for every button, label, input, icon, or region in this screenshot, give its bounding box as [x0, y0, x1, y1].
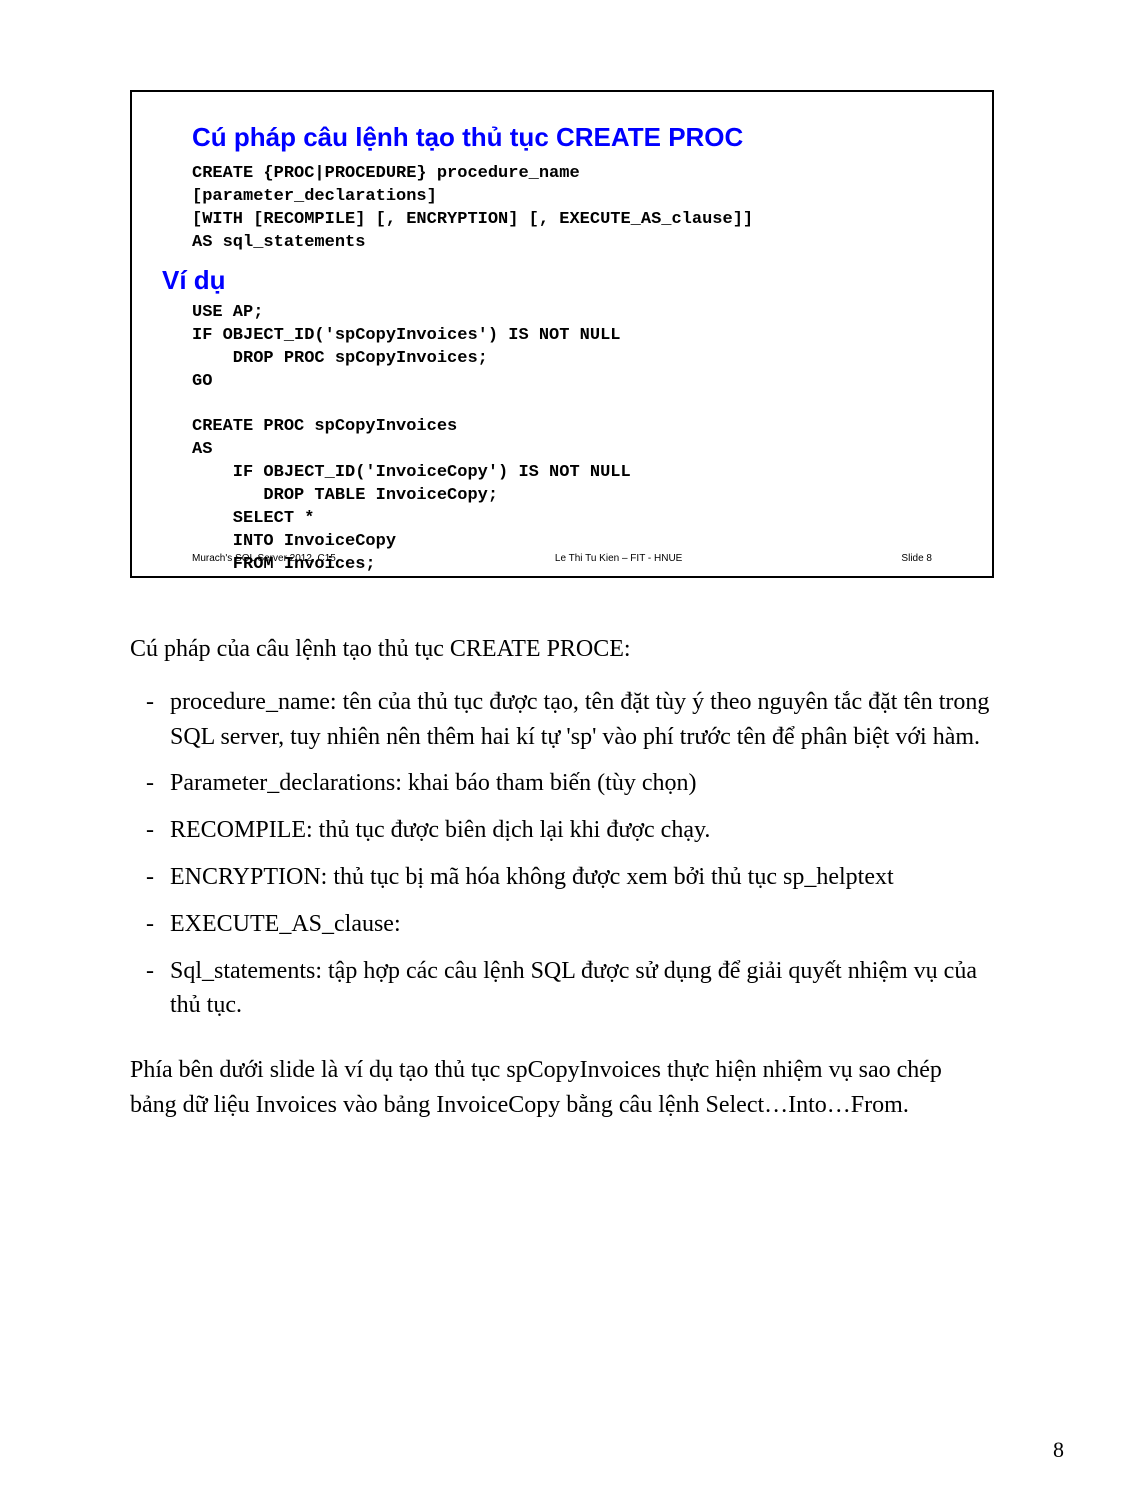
- list-item: -procedure_name: tên của thủ tục được tạ…: [130, 685, 994, 755]
- page-number: 8: [1053, 1437, 1064, 1463]
- bullet-text: EXECUTE_AS_clause:: [170, 907, 401, 942]
- list-item: -Sql_statements: tập hợp các câu lệnh SQ…: [130, 954, 994, 1024]
- example-title: Ví dụ: [162, 265, 932, 296]
- example-code: USE AP; IF OBJECT_ID('spCopyInvoices') I…: [192, 302, 932, 577]
- dash-icon: -: [130, 813, 170, 848]
- dash-icon: -: [130, 954, 170, 1024]
- dash-icon: -: [130, 685, 170, 755]
- footer-left: Murach's SQL Server 2012, C15: [192, 553, 336, 564]
- slide-title: Cú pháp câu lệnh tạo thủ tục CREATE PROC: [192, 122, 932, 153]
- dash-icon: -: [130, 907, 170, 942]
- list-item: -Parameter_declarations: khai báo tham b…: [130, 766, 994, 801]
- list-item: -EXECUTE_AS_clause:: [130, 907, 994, 942]
- footer-right: Slide 8: [901, 553, 932, 564]
- body-content: Cú pháp của câu lệnh tạo thủ tục CREATE …: [130, 632, 994, 1123]
- slide-container: Cú pháp câu lệnh tạo thủ tục CREATE PROC…: [130, 90, 994, 578]
- syntax-block: CREATE {PROC|PROCEDURE} procedure_name […: [192, 163, 932, 255]
- dash-icon: -: [130, 860, 170, 895]
- footer-center: Le Thi Tu Kien – FIT - HNUE: [555, 553, 682, 564]
- closing-paragraph: Phía bên dưới slide là ví dụ tạo thủ tục…: [130, 1053, 994, 1123]
- intro-paragraph: Cú pháp của câu lệnh tạo thủ tục CREATE …: [130, 632, 994, 667]
- bullet-text: Sql_statements: tập hợp các câu lệnh SQL…: [170, 954, 994, 1024]
- bullet-text: procedure_name: tên của thủ tục được tạo…: [170, 685, 994, 755]
- list-item: -ENCRYPTION: thủ tục bị mã hóa không đượ…: [130, 860, 994, 895]
- slide-footer: Murach's SQL Server 2012, C15 Le Thi Tu …: [192, 553, 932, 564]
- bullet-text: Parameter_declarations: khai báo tham bi…: [170, 766, 696, 801]
- list-item: -RECOMPILE: thủ tục được biên dịch lại k…: [130, 813, 994, 848]
- bullet-list: -procedure_name: tên của thủ tục được tạ…: [130, 685, 994, 1023]
- bullet-text: ENCRYPTION: thủ tục bị mã hóa không được…: [170, 860, 894, 895]
- dash-icon: -: [130, 766, 170, 801]
- bullet-text: RECOMPILE: thủ tục được biên dịch lại kh…: [170, 813, 710, 848]
